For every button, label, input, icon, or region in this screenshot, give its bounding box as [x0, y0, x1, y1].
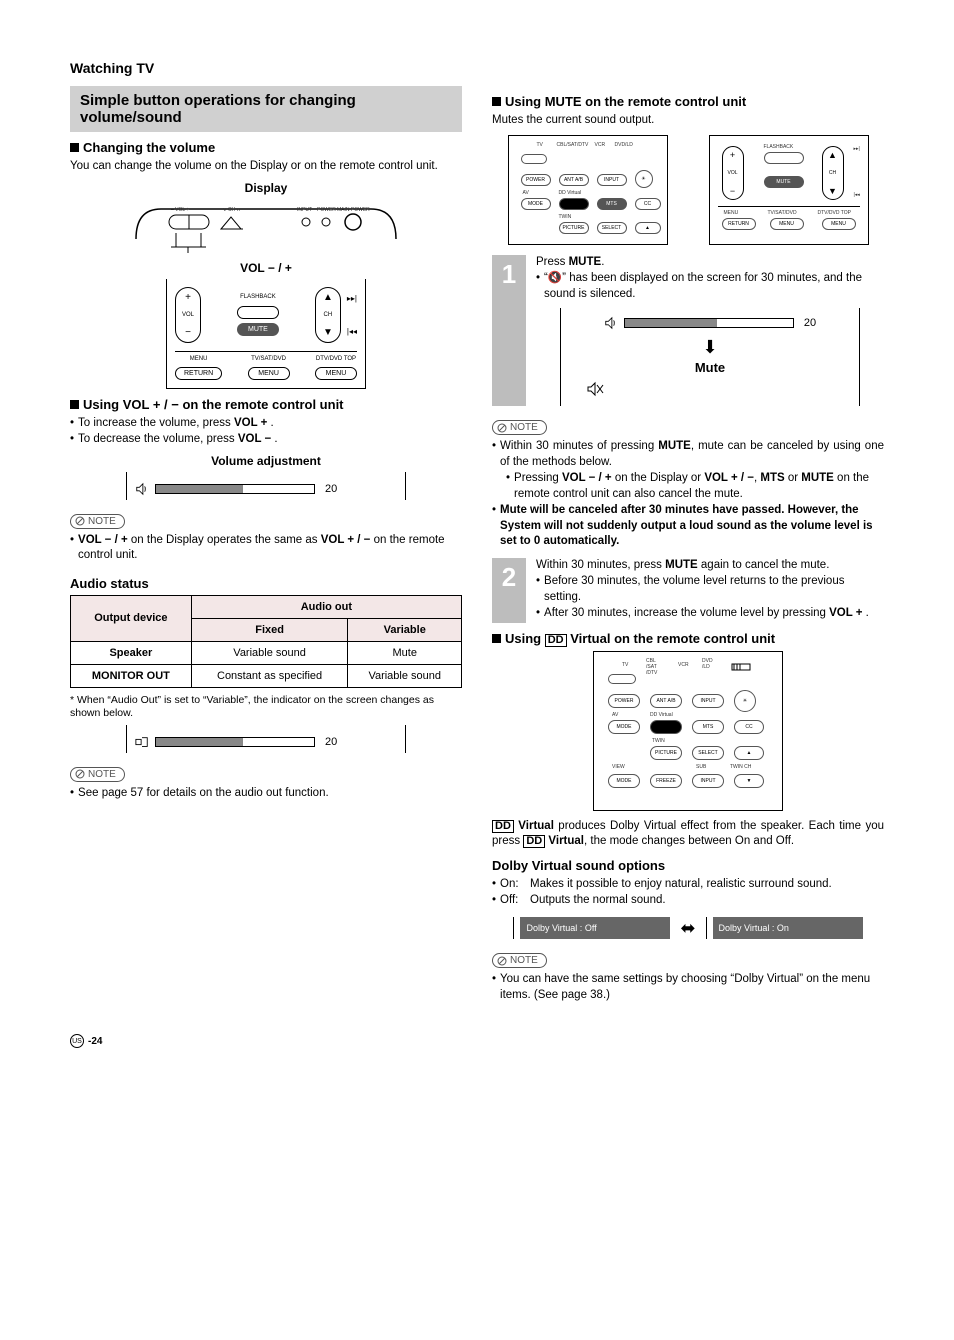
changing-volume-body: You can change the volume on the Display… — [70, 159, 462, 175]
menu-button: MENU — [248, 367, 290, 380]
square-bullet-icon — [492, 97, 501, 106]
dolby-on: • On:Makes it possible to enjoy natural,… — [492, 877, 884, 893]
audio-out-note: • See page 57 for details on the audio o… — [70, 786, 462, 802]
prev-icon: |◂◂ — [347, 327, 357, 336]
step-number-1: 1 — [492, 255, 526, 407]
speaker-icon — [604, 316, 618, 330]
step-2: 2 Within 30 minutes, press MUTE again to… — [492, 558, 884, 623]
vol-rocker: +VOL− — [175, 287, 201, 343]
mute-head: Using MUTE on the remote control unit — [492, 94, 884, 109]
dolby-virtual-head: Using DD Virtual on the remote control u… — [492, 631, 884, 647]
menu2-button: MENU — [315, 367, 357, 380]
dolby-off: • Off:Outputs the normal sound. — [492, 893, 884, 909]
th-output-device: Output device — [71, 595, 192, 641]
square-bullet-icon — [492, 634, 501, 643]
flashback-button — [237, 306, 279, 319]
mute-button-icon: MUTE — [764, 176, 804, 188]
swap-arrow-icon: ⬌ — [680, 918, 695, 939]
note-icon — [497, 956, 507, 966]
page-footer: US -24 — [70, 1034, 884, 1048]
display-label: Display — [70, 181, 462, 195]
audio-status-head: Audio status — [70, 576, 462, 591]
down-arrow-icon: ⬇ — [567, 335, 853, 359]
volume-adjustment-label: Volume adjustment — [70, 454, 462, 468]
th-variable: Variable — [348, 618, 462, 641]
section-header: Watching TV — [70, 60, 884, 76]
square-bullet-icon — [70, 400, 79, 409]
mute-note-2: • Mute will be canceled after 30 minutes… — [492, 503, 884, 550]
next-icon: ▸▸| — [347, 294, 357, 303]
note-badge: NOTE — [492, 420, 547, 435]
ch-rocker: ▲CH▼ — [315, 287, 341, 343]
using-vol-label: Using VOL + / − on the remote control un… — [83, 397, 344, 412]
note-icon — [75, 769, 85, 779]
dolby-toggle-figure: Dolby Virtual : Off ⬌ Dolby Virtual : On — [492, 917, 884, 939]
feature-title: Simple button operations for changing vo… — [70, 86, 462, 132]
th-fixed: Fixed — [191, 618, 348, 641]
mute-icon — [587, 381, 605, 397]
variable-value: 20 — [325, 736, 337, 748]
note-icon — [497, 423, 507, 433]
mute-button: MUTE — [237, 323, 279, 336]
variable-bar-figure: 20 — [70, 725, 462, 753]
note-badge: NOTE — [492, 953, 547, 968]
note-icon — [75, 516, 85, 526]
mute-state-label: Mute — [567, 359, 853, 377]
display-panel-figure: – VOL + ∨ CH ∧ INPUT POWER MAIN POWER — [70, 199, 462, 253]
dolby-icon: DD — [523, 835, 545, 848]
mute-note-1: • Within 30 minutes of pressing MUTE, mu… — [492, 439, 884, 470]
th-audio-out: Audio out — [191, 595, 461, 618]
changing-volume-head: Changing the volume — [70, 140, 462, 155]
mute-remote-figures: TV CBL/SAT/DTV VCR DVD/LD POWER ANT A/B … — [492, 135, 884, 245]
volume-bar-figure: 20 — [70, 472, 462, 500]
mute-intro: Mutes the current sound output. — [492, 113, 884, 129]
dolby-options-head: Dolby Virtual sound options — [492, 858, 884, 873]
vol-plus-minus-label: VOL − / + — [70, 261, 462, 275]
note-badge: NOTE — [70, 514, 125, 529]
dolby-off-state: Dolby Virtual : Off — [520, 917, 670, 939]
vol-note: • VOL − / + on the Display operates the … — [70, 533, 462, 564]
dolby-virtual-body: DD Virtual produces Dolby Virtual effect… — [492, 819, 884, 850]
dolby-icon: DD — [492, 820, 514, 833]
dolby-note: • You can have the same settings by choo… — [492, 972, 884, 1003]
region-badge: US — [70, 1034, 84, 1048]
dolby-icon: DD — [545, 634, 567, 647]
output-icon — [135, 735, 149, 749]
table-row: MONITOR OUT Constant as specified Variab… — [71, 664, 462, 687]
volume-value: 20 — [325, 483, 337, 495]
increase-volume-line: • To increase the volume, press VOL + . — [70, 416, 462, 432]
step-1: 1 Press MUTE. •“🔇” has been displayed on… — [492, 255, 884, 407]
square-bullet-icon — [70, 143, 79, 152]
audio-out-footnote: * When “Audio Out” is set to “Variable”,… — [70, 694, 462, 721]
decrease-volume-line: • To decrease the volume, press VOL − . — [70, 432, 462, 448]
dolby-remote-figure: TV CBL/SAT/DTV VCR DVD/LD POWER ANT A/B … — [492, 651, 884, 811]
changing-volume-label: Changing the volume — [83, 140, 215, 155]
mute-note-sub: • Pressing VOL − / + on the Display or V… — [492, 471, 884, 502]
return-button: RETURN — [175, 367, 222, 380]
mute-bar-value: 20 — [804, 316, 816, 331]
speaker-icon — [135, 482, 149, 496]
ir-icon — [730, 660, 758, 674]
dolby-on-state: Dolby Virtual : On — [713, 917, 863, 939]
step-number-2: 2 — [492, 558, 526, 623]
table-row: Speaker Variable sound Mute — [71, 641, 462, 664]
using-vol-head: Using VOL + / − on the remote control un… — [70, 397, 462, 412]
audio-status-table: Output device Audio out Fixed Variable S… — [70, 595, 462, 688]
note-badge: NOTE — [70, 767, 125, 782]
remote-snippet-figure-left: +VOL− FLASHBACK MUTE ▲CH▼ ▸▸| |◂◂ — [70, 279, 462, 389]
